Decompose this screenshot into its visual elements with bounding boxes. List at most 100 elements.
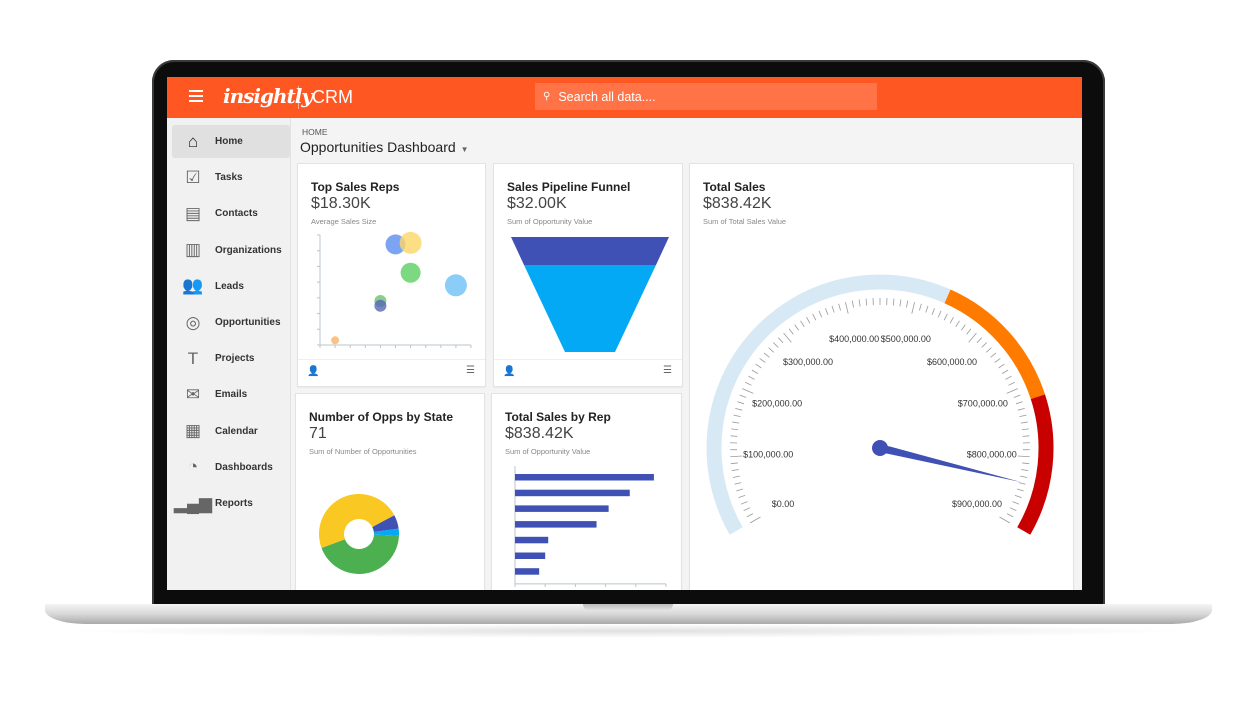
sidebar-item-projects[interactable]: T Projects: [172, 342, 290, 375]
gauge-tick: [736, 488, 744, 492]
gauge-tick: [763, 352, 770, 358]
sidebar-item-organizations[interactable]: ▥ Organizations: [172, 234, 290, 267]
people-icon: 👥: [182, 276, 204, 296]
gauge-tick: [966, 328, 972, 335]
gauge-tick-label: $300,000.00: [783, 357, 833, 367]
bar: [515, 505, 609, 512]
sidebar-item-dashboards[interactable]: ◔ Dashboards: [172, 451, 290, 484]
gauge-tick-label: $800,000.00: [967, 450, 1017, 460]
sidebar-item-label: Leads: [215, 280, 244, 292]
gauge-tick-label: $200,000.00: [752, 399, 802, 409]
page-title: Opportunities Dashboard: [300, 139, 456, 155]
gauge-tick-label: $500,000.00: [881, 334, 931, 344]
gauge-chart: $0.00 $100,000.00 $200,000.00 $300,000.00 $4…: [706, 274, 1054, 535]
gauge-tick: [865, 298, 868, 306]
gauge-tick: [773, 342, 779, 348]
user-icon[interactable]: 👤: [503, 366, 515, 377]
gauge-needle-hub: [872, 440, 888, 456]
gauge-tick: [986, 347, 992, 353]
gauge-tick: [740, 501, 748, 505]
gauge-tick: [818, 310, 823, 318]
gauge-tick: [737, 401, 745, 405]
user-icon[interactable]: 👤: [307, 366, 319, 377]
gauge-tick: [730, 435, 738, 437]
gauge-tick: [858, 299, 861, 307]
sidebar-item-label: Organizations: [215, 244, 282, 256]
building-icon: ▥: [184, 240, 202, 260]
laptop-shadow: [60, 624, 1197, 638]
dashboard-selector[interactable]: Opportunities Dashboard ▼: [300, 139, 469, 155]
gauge-tick: [955, 320, 960, 327]
gauge-tick: [742, 388, 754, 394]
gauge-tick: [755, 363, 762, 369]
gauge-tick: [783, 332, 792, 343]
checkbox-icon: ☑: [185, 167, 201, 187]
gauge-tick: [961, 324, 966, 331]
gauge-tick: [1008, 381, 1015, 386]
gauge-tick-label: $100,000.00: [743, 450, 793, 460]
bar: [515, 536, 549, 544]
breadcrumb[interactable]: HOME: [302, 127, 328, 137]
card-sales-by-rep: Total Sales by Rep $838.42K Sum of Oppor…: [491, 393, 682, 590]
gauge-tick: [733, 414, 741, 418]
laptop-base: [45, 604, 1212, 624]
sidebar-item-leads[interactable]: 👥 Leads: [172, 270, 290, 303]
target-icon: ◎: [185, 312, 201, 332]
card-title: Total Sales by Rep: [505, 410, 611, 424]
card-subtitle: Sum of Number of Opportunities: [309, 447, 417, 456]
card-opps-by-state: Number of Opps by State 71 Sum of Number…: [295, 393, 485, 590]
hamburger-menu-icon[interactable]: [189, 90, 203, 102]
sidebar-item-label: Calendar: [215, 425, 258, 437]
search-input[interactable]: ⚲ Search all data....: [535, 83, 877, 110]
gauge-tick: [812, 313, 817, 321]
bar: [515, 568, 540, 575]
list-icon[interactable]: ☰: [466, 365, 475, 376]
sidebar-item-tasks[interactable]: ☑ Tasks: [172, 161, 290, 194]
gauge-tick: [800, 320, 805, 327]
sidebar-item-label: Reports: [215, 498, 253, 509]
sidebar-item-home[interactable]: ⌂ Home: [172, 125, 290, 158]
gauge-tick-label: $0.00: [772, 499, 795, 509]
gauge-tick: [1015, 401, 1023, 405]
gauge-tick: [943, 313, 948, 321]
bubble: [444, 274, 467, 297]
gauge-tick: [976, 337, 982, 344]
sidebar-item-calendar[interactable]: ▦ Calendar: [172, 415, 290, 448]
gauge-tick: [738, 494, 746, 499]
sidebar: ⌂ Home ☑ Tasks ▤ Contacts ▥ Organizations 👥 Leads…: [167, 118, 291, 590]
home-icon: ⌂: [187, 131, 199, 151]
gauge-tick: [794, 324, 799, 331]
gauge-band: [944, 289, 1046, 400]
card-subtitle: Sum of Opportunity Value: [505, 447, 591, 456]
header-divider: [298, 86, 299, 109]
gauge-tick: [968, 332, 977, 343]
gauge-tick: [759, 358, 766, 363]
gauge-tick: [748, 375, 755, 380]
gauge-tick: [838, 303, 841, 311]
top-header: insightly CRM ⚲ Search all data....: [167, 77, 1082, 118]
funnel-stage: [524, 265, 656, 352]
gauge-band: [706, 274, 951, 535]
card-value: $32.00K: [507, 195, 567, 212]
gauge-tick: [732, 421, 740, 424]
gauge-tick: [906, 300, 909, 308]
gauge-tick: [806, 317, 811, 324]
gauge-tick: [730, 455, 743, 458]
gauge-tick: [788, 328, 794, 335]
gauge-tick: [731, 428, 739, 431]
gauge-tick: [1020, 421, 1028, 424]
gauge-tick: [981, 342, 987, 348]
gauge-tick: [1009, 507, 1017, 511]
list-icon[interactable]: ☰: [663, 365, 672, 376]
search-placeholder: Search all data....: [558, 89, 656, 104]
card-subtitle: Average Sales Size: [311, 217, 377, 226]
sidebar-item-reports[interactable]: ▂▄▆ Reports: [172, 487, 290, 520]
gauge-tick: [825, 308, 829, 315]
card-title: Sales Pipeline Funnel: [507, 180, 631, 194]
gauge-tick: [731, 469, 739, 471]
sidebar-item-contacts[interactable]: ▤ Contacts: [172, 197, 290, 230]
sidebar-item-opportunities[interactable]: ◎ Opportunities: [172, 306, 290, 339]
app-screen: insightly CRM ⚲ Search all data.... ⌂ Hom…: [167, 77, 1082, 590]
sidebar-item-emails[interactable]: ✉ Emails: [172, 378, 290, 411]
gauge-tick: [743, 507, 751, 511]
